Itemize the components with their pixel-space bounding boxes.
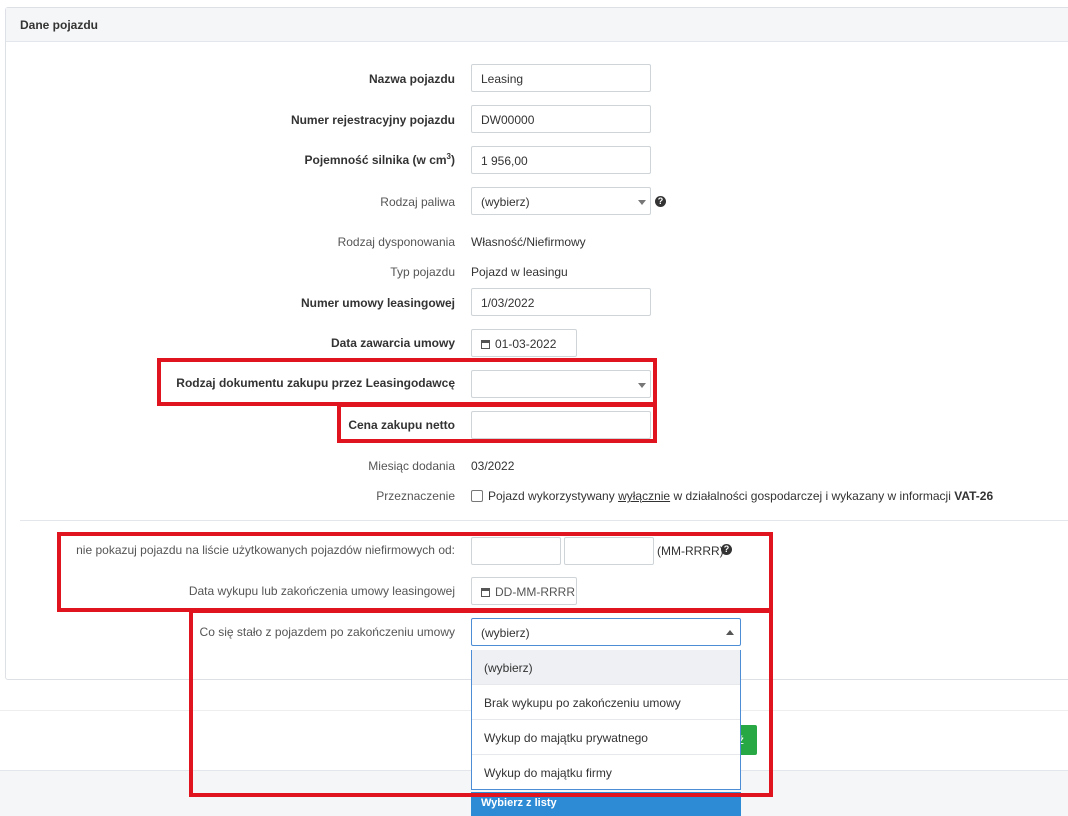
contract-date-value: 01-03-2022 — [495, 337, 557, 351]
engine-capacity-input[interactable]: 1 956,00 — [471, 146, 651, 174]
calendar-icon — [481, 340, 490, 349]
contract-date-input[interactable]: 01-03-2022 — [471, 329, 577, 357]
purpose-checkbox-row[interactable]: Pojazd wykorzystywany wyłącznie w działa… — [471, 489, 993, 503]
panel-title: Dane pojazdu — [6, 8, 1068, 42]
vehicle-name-label: Nazwa pojazdu — [368, 72, 455, 86]
engine-capacity-label-text: Pojemność silnika (w cm — [304, 153, 447, 167]
engine-capacity-label: Pojemność silnika (w cm3) — [304, 152, 455, 167]
highlight-box — [189, 609, 773, 797]
section-divider — [20, 520, 1068, 521]
purpose-text-bold: VAT-26 — [954, 489, 994, 503]
disposal-type-label: Rodzaj dysponowania — [337, 235, 455, 249]
purpose-text: Pojazd wykorzystywany — [488, 489, 615, 503]
registration-label: Numer rejestracyjny pojazdu — [290, 113, 455, 127]
chevron-down-icon — [638, 200, 646, 205]
month-added-label: Miesiąc dodania — [368, 459, 455, 473]
vehicle-type-value: Pojazd w leasingu — [471, 265, 568, 279]
contract-number-input[interactable]: 1/03/2022 — [471, 288, 651, 316]
vehicle-type-label: Typ pojazdu — [390, 265, 455, 279]
disposal-type-value: Własność/Niefirmowy — [471, 235, 586, 249]
highlight-box — [337, 403, 657, 443]
month-added-value: 03/2022 — [471, 459, 515, 473]
engine-capacity-label-end: ) — [451, 153, 455, 167]
fuel-type-label: Rodzaj paliwa — [380, 195, 455, 209]
contract-date-label: Data zawarcia umowy — [330, 336, 455, 350]
purpose-text-underline: wyłącznie — [618, 489, 671, 503]
purpose-label: Przeznaczenie — [376, 489, 455, 503]
highlight-box — [57, 532, 773, 612]
fuel-type-value: (wybierz) — [481, 195, 530, 209]
highlight-box — [157, 358, 657, 406]
fuel-type-select[interactable]: (wybierz) — [471, 187, 651, 215]
vehicle-name-input[interactable]: Leasing — [471, 64, 651, 92]
help-icon[interactable]: ? — [655, 196, 666, 207]
contract-number-label: Numer umowy leasingowej — [300, 296, 455, 310]
registration-input[interactable]: DW00000 — [471, 105, 651, 133]
purpose-text-mid: w działalności gospodarczej i wykazany w… — [673, 489, 951, 503]
purpose-checkbox[interactable] — [471, 490, 483, 502]
